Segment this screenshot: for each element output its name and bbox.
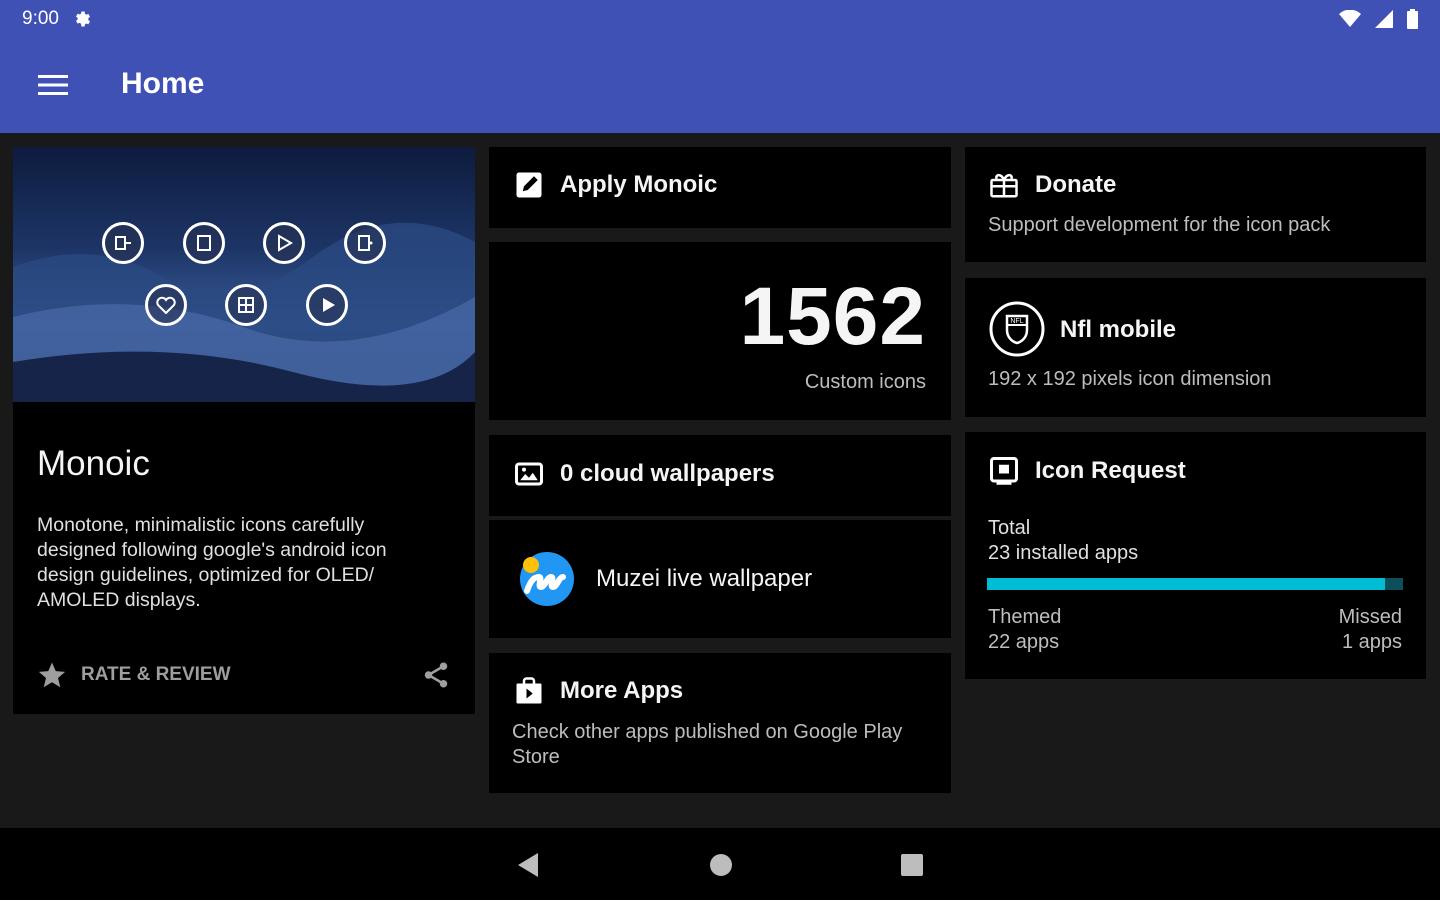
icon-request-row: Icon Request — [989, 456, 1186, 486]
icon-request-icon — [990, 457, 1018, 485]
muzei-logo-icon — [520, 552, 574, 606]
image-gallery-icon — [515, 462, 543, 486]
preview-heart-icon — [145, 284, 187, 326]
missed-label: Missed — [1338, 606, 1402, 628]
status-bar: 9:00 — [0, 0, 1440, 37]
preview-play-circle-icon — [306, 284, 348, 326]
wallpaper-preview — [13, 147, 475, 402]
donate-title: Donate — [1035, 171, 1117, 198]
themed-label: Themed — [988, 606, 1062, 628]
more-apps-row: More Apps — [514, 676, 683, 706]
apply-row: Apply Monoic — [514, 170, 717, 200]
rate-review-label: RATE & REVIEW — [81, 664, 231, 685]
battery-icon — [1407, 8, 1418, 29]
request-progress-fill — [987, 578, 1386, 590]
wifi-icon — [1339, 9, 1361, 27]
nfl-subtitle: 192 x 192 pixels icon dimension — [988, 368, 1272, 390]
shop-bag-icon — [516, 677, 542, 704]
preview-app-icon — [183, 222, 225, 264]
icon-request-title: Icon Request — [1035, 457, 1186, 484]
icon-pack-description: Monotone, minimalistic icons carefully d… — [37, 514, 387, 611]
app-bar: Home — [0, 37, 1440, 133]
home-icon[interactable] — [709, 853, 733, 877]
preview-play-icon — [263, 222, 305, 264]
preview-grid-icon — [225, 284, 267, 326]
themed-count: 22 apps — [988, 631, 1060, 653]
icon-pack-name: Monoic — [37, 444, 150, 483]
request-installed-count: 23 installed apps — [988, 542, 1139, 564]
nfl-app-icon: NFL — [989, 301, 1045, 357]
gift-icon — [990, 173, 1018, 198]
donate-card[interactable] — [965, 147, 1426, 262]
page-title: Home — [121, 67, 205, 100]
edit-apply-icon — [516, 172, 542, 198]
system-navigation-bar — [0, 828, 1440, 900]
preview-app-icon — [344, 222, 386, 264]
status-time: 9:00 — [22, 7, 59, 29]
share-icon[interactable] — [421, 660, 451, 690]
request-progress-bar — [987, 578, 1403, 590]
cloud-wallpapers-label: 0 cloud wallpapers — [560, 460, 775, 487]
icon-count-value: 1562 — [739, 271, 926, 362]
settings-gear-icon — [75, 11, 90, 26]
apply-label: Apply Monoic — [560, 171, 718, 198]
back-icon[interactable] — [516, 852, 540, 878]
donate-subtitle: Support development for the icon pack — [988, 214, 1331, 236]
rate-review-button[interactable]: RATE & REVIEW — [37, 660, 231, 690]
missed-count: 1 apps — [1341, 631, 1402, 653]
star-icon — [38, 662, 66, 688]
svg-text:NFL: NFL — [1010, 318, 1023, 325]
icon-count-caption: Custom icons — [804, 371, 926, 393]
request-total-label: Total — [988, 517, 1031, 539]
more-apps-title: More Apps — [560, 677, 684, 704]
muzei-label: Muzei live wallpaper — [596, 565, 813, 592]
cell-signal-icon — [1375, 9, 1393, 28]
more-apps-subtitle: Check other apps published on Google Pla… — [512, 721, 903, 768]
cloud-wallpapers-row: 0 cloud wallpapers — [514, 459, 775, 489]
nfl-title: Nfl mobile — [1060, 316, 1177, 343]
donate-row: Donate — [989, 170, 1116, 200]
recents-icon[interactable] — [900, 853, 924, 877]
hamburger-menu-icon[interactable] — [38, 73, 70, 97]
preview-app-icon — [102, 222, 144, 264]
